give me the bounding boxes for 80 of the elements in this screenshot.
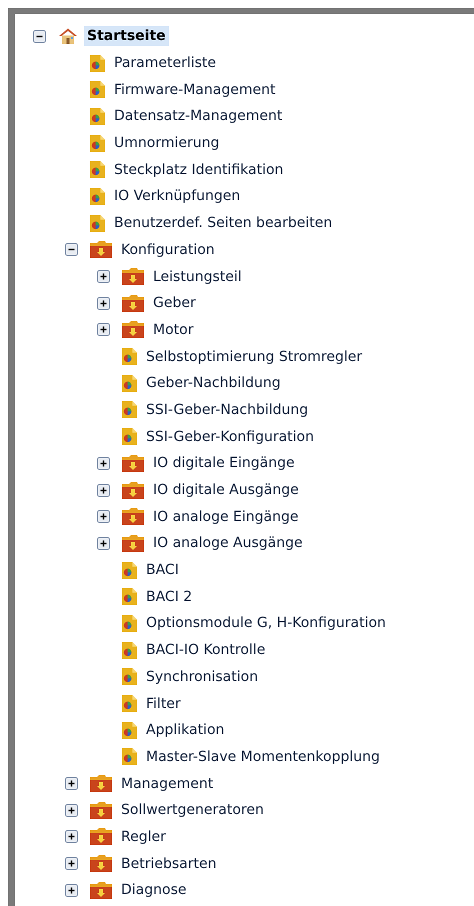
folder-icon (89, 240, 113, 260)
document-icon (121, 347, 138, 366)
folder-icon (121, 267, 145, 286)
folder-icon (121, 480, 145, 500)
expand-toggle[interactable] (65, 804, 78, 817)
expand-toggle[interactable] (33, 30, 46, 43)
folder-icon (121, 534, 145, 553)
tree-item[interactable]: BACI-IO Kontrolle (143, 640, 268, 660)
house-icon (57, 27, 79, 46)
document-icon (89, 160, 106, 180)
tree-item[interactable]: IO analoge Eingänge (150, 506, 302, 527)
tree-item[interactable]: Parameterliste (111, 53, 220, 74)
expand-toggle[interactable] (65, 857, 78, 870)
tree-item[interactable]: Regler (118, 826, 169, 847)
folder-icon (89, 827, 113, 846)
tree-item[interactable]: Betriebsarten (118, 854, 220, 874)
tree-item[interactable]: Diagnose (118, 880, 190, 900)
folder-icon (121, 320, 145, 340)
document-icon (121, 667, 138, 686)
document-icon (121, 560, 138, 580)
tree-item[interactable]: IO digitale Eingänge (150, 453, 298, 474)
tree-item[interactable]: Geber-Nachbildung (143, 373, 284, 394)
tree-item[interactable]: Management (118, 774, 216, 794)
tree-item[interactable]: BACI (143, 560, 182, 580)
tree-item[interactable]: Master-Slave Momentenkopplung (143, 746, 383, 767)
folder-icon (89, 854, 113, 874)
tree-item[interactable]: IO Verknüpfungen (111, 186, 244, 206)
expand-toggle[interactable] (97, 296, 110, 310)
expand-toggle[interactable] (97, 510, 110, 524)
tree-item[interactable]: Konfiguration (118, 240, 218, 260)
tree-item[interactable]: BACI 2 (143, 586, 196, 607)
tree-item[interactable]: IO analoge Ausgänge (150, 533, 306, 554)
expand-toggle[interactable] (97, 484, 110, 497)
folder-icon (89, 774, 113, 794)
tree-item[interactable]: SSI-Geber-Konfiguration (143, 426, 317, 447)
expand-toggle[interactable] (97, 323, 110, 336)
document-icon (121, 747, 138, 766)
document-icon (121, 694, 138, 714)
folder-icon (89, 880, 113, 900)
tree-item[interactable]: Startseite (84, 26, 169, 46)
tree-item[interactable]: Datensatz-Management (111, 106, 286, 126)
tree-item[interactable]: Umnormierung (111, 133, 222, 154)
document-icon (121, 640, 138, 660)
expand-toggle[interactable] (65, 884, 78, 897)
tree-item[interactable]: Filter (143, 694, 184, 714)
tree-item[interactable]: Selbstoptimierung Stromregler (143, 346, 366, 367)
document-icon (121, 400, 138, 420)
expand-toggle[interactable] (97, 270, 110, 284)
document-icon (89, 106, 106, 126)
tree-item[interactable]: Synchronisation (143, 666, 262, 687)
document-icon (89, 134, 106, 153)
document-icon (121, 720, 138, 740)
tree-item[interactable]: IO digitale Ausgänge (150, 480, 302, 500)
document-icon (121, 427, 138, 446)
document-icon (89, 214, 106, 233)
document-icon (89, 54, 106, 73)
document-icon (89, 80, 106, 100)
tree-item[interactable]: SSI-Geber-Nachbildung (143, 400, 312, 420)
tree-item[interactable]: Applikation (143, 720, 228, 740)
folder-icon (89, 800, 113, 820)
expand-toggle[interactable] (97, 456, 110, 470)
folder-icon (121, 454, 145, 473)
document-icon (121, 587, 138, 606)
expand-toggle[interactable] (65, 830, 78, 844)
expand-toggle[interactable] (65, 243, 78, 256)
document-icon (121, 374, 138, 393)
tree-item[interactable]: Firmware-Management (111, 80, 278, 100)
tree-item[interactable]: Steckplatz Identifikation (111, 160, 286, 180)
tree-item[interactable]: Optionsmodule G, H-Konfiguration (143, 613, 389, 634)
expand-toggle[interactable] (65, 777, 78, 790)
tree-item[interactable]: Motor (150, 320, 196, 340)
tree-item[interactable]: Geber (150, 293, 199, 314)
tree-item[interactable]: Sollwertgeneratoren (118, 800, 267, 820)
document-icon (89, 186, 106, 206)
document-icon (121, 614, 138, 633)
tree-item[interactable]: Leistungsteil (150, 266, 245, 287)
folder-icon (121, 507, 145, 526)
folder-icon (121, 294, 145, 313)
tree-item[interactable]: Benutzerdef. Seiten bearbeiten (111, 213, 336, 234)
expand-toggle[interactable] (97, 536, 110, 550)
